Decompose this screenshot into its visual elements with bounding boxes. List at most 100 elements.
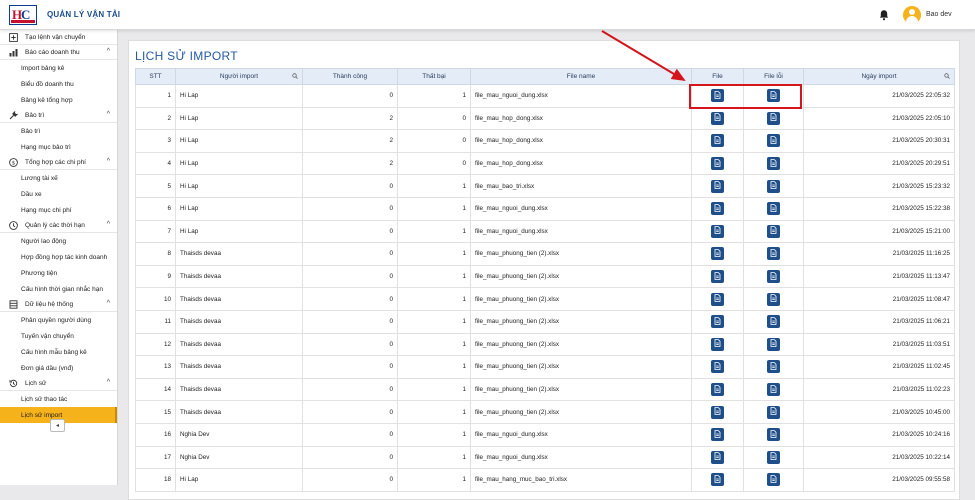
sidebar-item-phan-quyen-nguoi-dung[interactable]: Phân quyền người dùng <box>0 312 117 328</box>
download-error-file-button[interactable] <box>767 315 780 329</box>
sidebar-item-luong-tai-xe[interactable]: Lương tài xế <box>0 170 117 186</box>
sidebar-item-dau-xe[interactable]: Dầu xe <box>0 186 117 202</box>
cell-success: 0 <box>302 309 398 334</box>
cell-file-name: file_mau_phuong_tien (2).xlsx <box>470 242 692 266</box>
database-icon <box>9 299 18 309</box>
column-header-label: File <box>712 73 723 80</box>
download-file-button[interactable] <box>711 315 724 329</box>
sidebar-item-hop-dong-hop-tac-kinh-doanh[interactable]: Hợp đồng hợp tác kinh doanh <box>0 249 117 265</box>
user-name[interactable]: Bao dev <box>926 11 952 18</box>
cell-failed: 1 <box>397 355 471 379</box>
download-error-file-button[interactable] <box>767 179 780 193</box>
chevron-up-icon: ^ <box>106 300 110 307</box>
sidebar-item-lich-su-thao-tac[interactable]: Lịch sử thao tác <box>0 391 117 407</box>
download-error-file-button[interactable] <box>767 473 780 487</box>
sidebar-section-tong-hop-cac-chi-phi[interactable]: $ Tổng hợp các chi phí ^ <box>0 155 117 170</box>
cell-import-date: 21/03/2025 11:16:25 <box>803 242 955 266</box>
download-file-button[interactable] <box>711 360 724 374</box>
cell-file-name: file_mau_phuong_tien (2).xlsx <box>470 309 692 334</box>
sidebar-item-hang-muc-chi-phi[interactable]: Hạng mục chi phí <box>0 202 117 218</box>
notification-bell-icon[interactable] <box>878 9 890 21</box>
top-bar: HC QUẢN LÝ VẬN TẢI Bao dev <box>0 0 975 30</box>
cell-importer: Hi Lap <box>175 196 303 221</box>
cell-import-date: 21/03/2025 10:24:16 <box>803 422 955 447</box>
sidebar-section-bao-cao-doanh-thu[interactable]: Báo cáo doanh thu ^ <box>0 45 117 60</box>
sidebar-item-bao-tri[interactable]: Bảo trì <box>0 123 117 139</box>
column-header-nguoi-import[interactable]: Người import <box>175 68 303 85</box>
column-search-icon[interactable] <box>292 73 298 79</box>
sidebar-item-cau-hinh-thoi-gian-nhac-han[interactable]: Cấu hình thời gian nhắc hạn <box>0 281 117 297</box>
sidebar-item-bieu-do-doanh-thu[interactable]: Biểu đồ doanh thu <box>0 76 117 92</box>
column-header-ngay-import[interactable]: Ngày import <box>803 68 955 85</box>
table-row: 11 Thaisds devaa 0 1 file_mau_phuong_tie… <box>135 309 955 334</box>
file-icon <box>714 271 721 282</box>
cell-import-date: 21/03/2025 15:21:00 <box>803 219 955 244</box>
sidebar-item-tuyen-van-chuyen[interactable]: Tuyến vận chuyển <box>0 328 117 344</box>
cell-importer: Hi Lap <box>175 129 303 153</box>
download-file-button[interactable] <box>711 202 724 216</box>
download-error-file-button[interactable] <box>767 450 780 464</box>
download-file-button[interactable] <box>711 473 724 487</box>
sidebar-item-bang-ke-tong-hop[interactable]: Bảng kê tổng hợp <box>0 92 117 108</box>
download-error-file-button[interactable] <box>767 270 780 284</box>
download-error-file-button[interactable] <box>767 428 780 442</box>
cell-importer: Nghia Dev <box>175 422 303 447</box>
sidebar-section-quan-ly-cac-thoi-han[interactable]: Quản lý các thời hạn ^ <box>0 218 117 233</box>
cell-file <box>691 129 744 153</box>
download-error-file-button[interactable] <box>767 405 780 419</box>
download-file-button[interactable] <box>711 157 724 171</box>
column-search-icon[interactable] <box>944 73 950 79</box>
download-file-button[interactable] <box>711 405 724 419</box>
table-row: 18 Hi Lap 0 1 file_mau_hang_muc_bao_tri.… <box>135 468 955 492</box>
sidebar-section-bao-tri[interactable]: Bảo trì ^ <box>0 108 117 123</box>
highlight-box <box>689 84 802 109</box>
cell-stt: 9 <box>135 264 176 289</box>
download-file-button[interactable] <box>711 134 724 148</box>
sidebar-item-cau-hinh-mau-bang-ke[interactable]: Cấu hình mẫu bảng kê <box>0 344 117 360</box>
app-title: QUẢN LÝ VẬN TẢI <box>47 10 121 19</box>
sidebar-item-tao-lenh-van-chuyen[interactable]: Tạo lệnh vận chuyển <box>0 30 117 45</box>
sidebar-collapse-button[interactable]: ◂ <box>50 419 65 432</box>
download-file-button[interactable] <box>711 428 724 442</box>
file-icon <box>714 158 721 169</box>
download-file-button[interactable] <box>711 179 724 193</box>
sidebar-item-import-bang-ke[interactable]: Import bảng kê <box>0 60 117 76</box>
file-icon <box>770 384 777 395</box>
download-file-button[interactable] <box>711 247 724 261</box>
download-error-file-button[interactable] <box>767 383 780 397</box>
download-error-file-button[interactable] <box>767 337 780 351</box>
cell-stt: 18 <box>135 468 176 492</box>
download-file-button[interactable] <box>711 292 724 306</box>
sidebar-item-hang-muc-bao-tri[interactable]: Hạng mục bảo trì <box>0 139 117 155</box>
cell-file-name: file_mau_nguoi_dung.xlsx <box>470 196 692 221</box>
cell-success: 0 <box>302 84 398 108</box>
cell-file <box>691 422 744 447</box>
download-error-file-button[interactable] <box>767 360 780 374</box>
download-file-button[interactable] <box>711 337 724 351</box>
sidebar-item-nguoi-lao-dong[interactable]: Người lao động <box>0 233 117 249</box>
wrench-icon <box>9 110 18 120</box>
download-error-file-button[interactable] <box>767 157 780 171</box>
download-error-file-button[interactable] <box>767 292 780 306</box>
cell-file-name: file_mau_nguoi_dung.xlsx <box>470 84 692 108</box>
download-file-button[interactable] <box>711 450 724 464</box>
app-logo[interactable]: HC <box>9 5 37 25</box>
download-file-button[interactable] <box>711 224 724 238</box>
cell-file-name: file_mau_phuong_tien (2).xlsx <box>470 332 692 357</box>
download-file-button[interactable] <box>711 270 724 284</box>
file-icon <box>714 203 721 214</box>
sidebar-item-don-gia-dau-vnd[interactable]: Đơn giá dầu (vnđ) <box>0 360 117 376</box>
sidebar-item-phuong-tien[interactable]: Phương tiện <box>0 265 117 281</box>
download-error-file-button[interactable] <box>767 134 780 148</box>
cell-failed: 1 <box>397 174 471 198</box>
download-error-file-button[interactable] <box>767 224 780 238</box>
user-avatar[interactable] <box>903 6 921 24</box>
cell-error-file <box>743 332 804 357</box>
download-error-file-button[interactable] <box>767 202 780 216</box>
download-error-file-button[interactable] <box>767 247 780 261</box>
download-file-button[interactable] <box>711 383 724 397</box>
sidebar-section-lich-su[interactable]: Lịch sử ^ <box>0 376 117 391</box>
download-file-button[interactable] <box>711 111 724 125</box>
download-error-file-button[interactable] <box>767 111 780 125</box>
sidebar-section-du-lieu-he-thong[interactable]: Dữ liệu hệ thống ^ <box>0 297 117 312</box>
